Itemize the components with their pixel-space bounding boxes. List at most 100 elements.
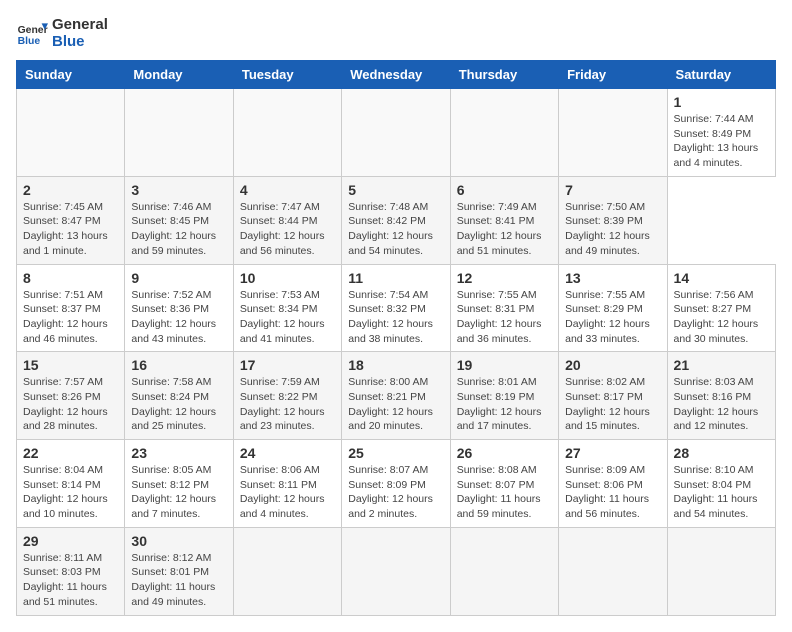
day-cell-6: 6 Sunrise: 7:49 AM Sunset: 8:41 PM Dayli… [450,176,558,264]
col-header-saturday: Saturday [667,61,775,89]
day-info: Sunrise: 7:55 AM Sunset: 8:29 PM Dayligh… [565,288,660,347]
day-cell-16: 16 Sunrise: 7:58 AM Sunset: 8:24 PM Dayl… [125,352,233,440]
col-header-sunday: Sunday [17,61,125,89]
day-info: Sunrise: 7:53 AM Sunset: 8:34 PM Dayligh… [240,288,335,347]
calendar-week-3: 8 Sunrise: 7:51 AM Sunset: 8:37 PM Dayli… [17,264,776,352]
day-cell-26: 26 Sunrise: 8:08 AM Sunset: 8:07 PM Dayl… [450,440,558,528]
header-row: SundayMondayTuesdayWednesdayThursdayFrid… [17,61,776,89]
day-cell-15: 15 Sunrise: 7:57 AM Sunset: 8:26 PM Dayl… [17,352,125,440]
day-info: Sunrise: 7:49 AM Sunset: 8:41 PM Dayligh… [457,200,552,259]
day-number: 30 [131,533,226,549]
logo-icon: General Blue [16,17,48,49]
day-cell-29: 29 Sunrise: 8:11 AM Sunset: 8:03 PM Dayl… [17,527,125,615]
day-info: Sunrise: 7:58 AM Sunset: 8:24 PM Dayligh… [131,375,226,434]
day-info: Sunrise: 8:02 AM Sunset: 8:17 PM Dayligh… [565,375,660,434]
day-cell-30: 30 Sunrise: 8:12 AM Sunset: 8:01 PM Dayl… [125,527,233,615]
empty-cell [233,527,341,615]
day-info: Sunrise: 8:01 AM Sunset: 8:19 PM Dayligh… [457,375,552,434]
svg-text:Blue: Blue [18,36,41,47]
day-number: 11 [348,270,443,286]
day-cell-10: 10 Sunrise: 7:53 AM Sunset: 8:34 PM Dayl… [233,264,341,352]
day-info: Sunrise: 7:46 AM Sunset: 8:45 PM Dayligh… [131,200,226,259]
day-cell-14: 14 Sunrise: 7:56 AM Sunset: 8:27 PM Dayl… [667,264,775,352]
day-info: Sunrise: 8:07 AM Sunset: 8:09 PM Dayligh… [348,463,443,522]
day-info: Sunrise: 7:51 AM Sunset: 8:37 PM Dayligh… [23,288,118,347]
day-number: 7 [565,182,660,198]
calendar-week-6: 29 Sunrise: 8:11 AM Sunset: 8:03 PM Dayl… [17,527,776,615]
day-info: Sunrise: 8:00 AM Sunset: 8:21 PM Dayligh… [348,375,443,434]
day-info: Sunrise: 8:08 AM Sunset: 8:07 PM Dayligh… [457,463,552,522]
day-info: Sunrise: 7:59 AM Sunset: 8:22 PM Dayligh… [240,375,335,434]
empty-cell [450,89,558,177]
day-number: 8 [23,270,118,286]
day-info: Sunrise: 7:56 AM Sunset: 8:27 PM Dayligh… [674,288,769,347]
day-info: Sunrise: 7:54 AM Sunset: 8:32 PM Dayligh… [348,288,443,347]
day-info: Sunrise: 8:04 AM Sunset: 8:14 PM Dayligh… [23,463,118,522]
col-header-friday: Friday [559,61,667,89]
empty-cell [667,527,775,615]
empty-cell [125,89,233,177]
calendar-week-5: 22 Sunrise: 8:04 AM Sunset: 8:14 PM Dayl… [17,440,776,528]
day-number: 4 [240,182,335,198]
empty-cell [233,89,341,177]
day-number: 5 [348,182,443,198]
col-header-wednesday: Wednesday [342,61,450,89]
day-number: 19 [457,357,552,373]
day-number: 21 [674,357,769,373]
day-info: Sunrise: 8:03 AM Sunset: 8:16 PM Dayligh… [674,375,769,434]
day-cell-21: 21 Sunrise: 8:03 AM Sunset: 8:16 PM Dayl… [667,352,775,440]
day-info: Sunrise: 7:45 AM Sunset: 8:47 PM Dayligh… [23,200,118,259]
day-cell-22: 22 Sunrise: 8:04 AM Sunset: 8:14 PM Dayl… [17,440,125,528]
day-number: 17 [240,357,335,373]
empty-cell [450,527,558,615]
day-info: Sunrise: 8:09 AM Sunset: 8:06 PM Dayligh… [565,463,660,522]
day-number: 16 [131,357,226,373]
header: General Blue General Blue [16,16,776,50]
day-number: 6 [457,182,552,198]
day-cell-12: 12 Sunrise: 7:55 AM Sunset: 8:31 PM Dayl… [450,264,558,352]
day-info: Sunrise: 7:57 AM Sunset: 8:26 PM Dayligh… [23,375,118,434]
day-cell-7: 7 Sunrise: 7:50 AM Sunset: 8:39 PM Dayli… [559,176,667,264]
day-cell-5: 5 Sunrise: 7:48 AM Sunset: 8:42 PM Dayli… [342,176,450,264]
day-info: Sunrise: 7:48 AM Sunset: 8:42 PM Dayligh… [348,200,443,259]
col-header-thursday: Thursday [450,61,558,89]
calendar-week-4: 15 Sunrise: 7:57 AM Sunset: 8:26 PM Dayl… [17,352,776,440]
logo-general: General [52,16,108,33]
day-number: 22 [23,445,118,461]
col-header-monday: Monday [125,61,233,89]
day-info: Sunrise: 8:12 AM Sunset: 8:01 PM Dayligh… [131,551,226,610]
day-info: Sunrise: 7:52 AM Sunset: 8:36 PM Dayligh… [131,288,226,347]
day-info: Sunrise: 7:47 AM Sunset: 8:44 PM Dayligh… [240,200,335,259]
day-number: 25 [348,445,443,461]
day-cell-11: 11 Sunrise: 7:54 AM Sunset: 8:32 PM Dayl… [342,264,450,352]
day-cell-8: 8 Sunrise: 7:51 AM Sunset: 8:37 PM Dayli… [17,264,125,352]
day-info: Sunrise: 8:06 AM Sunset: 8:11 PM Dayligh… [240,463,335,522]
day-number: 10 [240,270,335,286]
col-header-tuesday: Tuesday [233,61,341,89]
day-info: Sunrise: 7:44 AM Sunset: 8:49 PM Dayligh… [674,112,769,171]
day-number: 29 [23,533,118,549]
calendar-week-1: 1 Sunrise: 7:44 AM Sunset: 8:49 PM Dayli… [17,89,776,177]
day-number: 15 [23,357,118,373]
empty-cell [17,89,125,177]
day-number: 27 [565,445,660,461]
calendar-week-2: 2 Sunrise: 7:45 AM Sunset: 8:47 PM Dayli… [17,176,776,264]
logo-blue: Blue [52,33,108,50]
calendar-table: SundayMondayTuesdayWednesdayThursdayFrid… [16,60,776,616]
day-cell-4: 4 Sunrise: 7:47 AM Sunset: 8:44 PM Dayli… [233,176,341,264]
day-cell-24: 24 Sunrise: 8:06 AM Sunset: 8:11 PM Dayl… [233,440,341,528]
empty-cell [342,89,450,177]
day-cell-13: 13 Sunrise: 7:55 AM Sunset: 8:29 PM Dayl… [559,264,667,352]
day-number: 23 [131,445,226,461]
day-info: Sunrise: 8:05 AM Sunset: 8:12 PM Dayligh… [131,463,226,522]
day-number: 12 [457,270,552,286]
day-cell-27: 27 Sunrise: 8:09 AM Sunset: 8:06 PM Dayl… [559,440,667,528]
day-info: Sunrise: 7:55 AM Sunset: 8:31 PM Dayligh… [457,288,552,347]
day-number: 14 [674,270,769,286]
day-cell-17: 17 Sunrise: 7:59 AM Sunset: 8:22 PM Dayl… [233,352,341,440]
day-number: 9 [131,270,226,286]
logo: General Blue General Blue [16,16,108,50]
empty-cell [342,527,450,615]
day-cell-23: 23 Sunrise: 8:05 AM Sunset: 8:12 PM Dayl… [125,440,233,528]
empty-cell [559,527,667,615]
